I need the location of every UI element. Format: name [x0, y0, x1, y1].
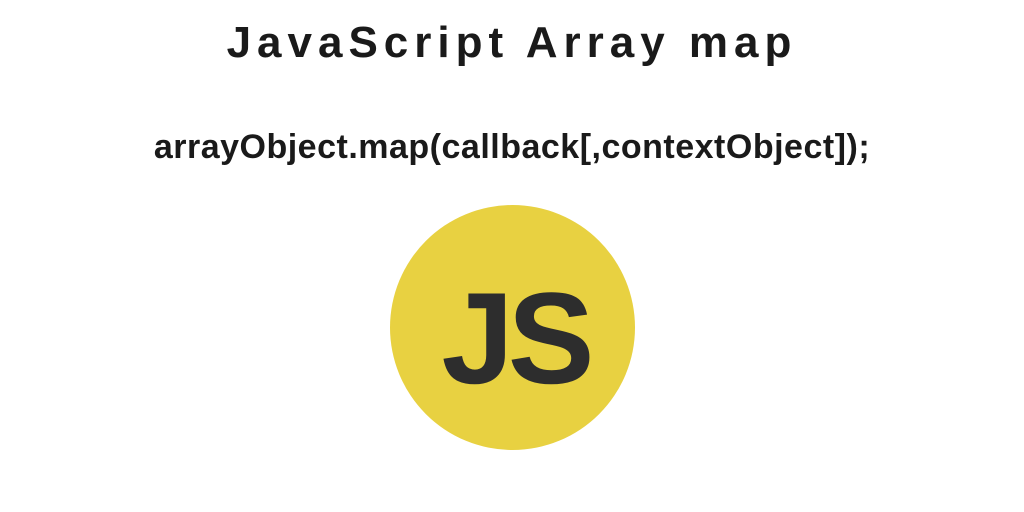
logo-container: JS [390, 205, 635, 450]
page-title: JavaScript Array map [227, 18, 798, 68]
document-container: JavaScript Array map arrayObject.map(cal… [0, 0, 1024, 512]
js-logo-circle: JS [390, 205, 635, 450]
code-syntax-line: arrayObject.map(callback[,contextObject]… [154, 128, 870, 167]
js-logo-text: JS [441, 263, 588, 413]
